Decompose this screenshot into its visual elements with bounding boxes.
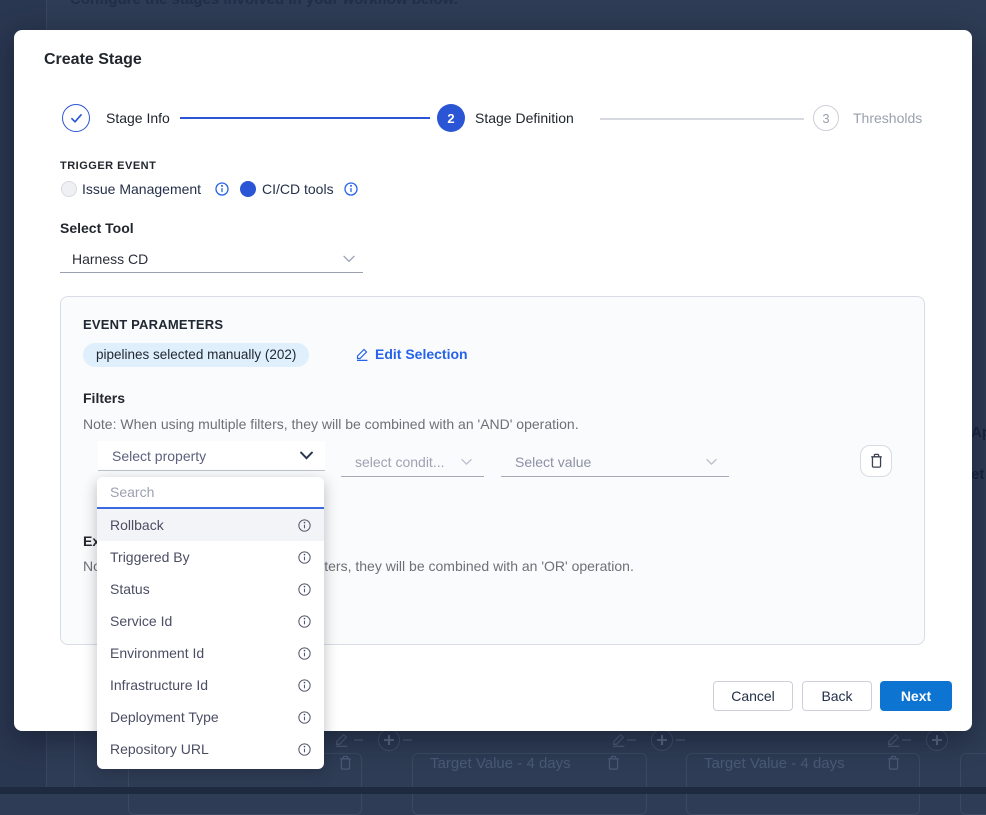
radio-cicd-tools-label: CI/CD tools [262,181,334,197]
edit-icon [886,732,901,747]
condition-select[interactable]: select condit... [341,447,484,477]
tool-select-value: Harness CD [72,251,148,267]
info-icon[interactable] [298,583,311,596]
radio-issue-management[interactable] [61,181,77,197]
edit-icon [611,732,626,747]
next-button[interactable]: Next [880,681,952,711]
info-icon[interactable] [298,743,311,756]
dropdown-item-label: Status [110,581,150,597]
info-icon[interactable] [298,519,311,532]
selection-pill: pipelines selected manually (202) [83,343,309,367]
trash-icon [338,755,353,771]
chevron-down-icon [461,458,472,466]
step-stage-info-label: Stage Info [106,110,170,126]
dropdown-item-label: Rollback [110,517,164,533]
dropdown-item-environment-id[interactable]: Environment Id [97,637,324,669]
step-stage-definition[interactable]: 2 [437,104,465,132]
background-footer-strip [0,787,986,794]
delete-filter-button[interactable] [860,445,892,477]
dropdown-item-label: Deployment Type [110,709,219,725]
filters-note: Note: When using multiple filters, they … [83,416,579,432]
background-edge-text: et [971,466,984,483]
radio-issue-management-label: Issue Management [82,181,201,197]
info-icon[interactable] [298,647,311,660]
step-number: 2 [437,104,465,132]
connector-dash [354,739,363,741]
dropdown-item-label: Service Id [110,613,172,629]
trash-icon [606,755,621,771]
info-icon[interactable] [298,711,311,724]
property-select-value: Select property [112,448,206,464]
dropdown-item-rollback[interactable]: Rollback [97,509,324,541]
dropdown-item-repository-url[interactable]: Repository URL [97,733,324,765]
select-tool-label: Select Tool [60,220,134,236]
event-parameters-heading: EVENT PARAMETERS [83,317,223,332]
dropdown-item-service-id[interactable]: Service Id [97,605,324,637]
step-number: 3 [813,105,839,131]
dialog-title: Create Stage [44,51,142,69]
step-thresholds: 3 [813,105,839,131]
background-header-text: Configure the stages involved in your wo… [70,0,458,8]
chevron-down-icon [343,255,355,263]
background-divider [74,731,75,788]
edit-icon [334,732,349,747]
add-button [651,729,673,751]
value-select-value: Select value [515,454,591,470]
edit-selection-label: Edit Selection [375,346,468,362]
background-edge-text: Ap [971,424,986,441]
dropdown-item-label: Triggered By [110,549,190,565]
search-input[interactable] [97,477,324,509]
stepper-connector [600,118,804,120]
chevron-down-icon [300,451,313,460]
info-icon[interactable] [298,551,311,564]
background-card-label: Target Value - 4 days [704,755,845,772]
stepper-connector [180,117,430,119]
trash-icon [869,453,884,469]
background-card [960,753,986,815]
chevron-down-icon [706,458,717,466]
dropdown-item-label: Infrastructure Id [110,677,208,693]
add-button [926,729,948,751]
step-thresholds-label: Thresholds [853,110,922,126]
radio-cicd-tools[interactable] [240,181,256,197]
create-stage-dialog: Create Stage Stage Info 2 Stage Definiti… [14,30,972,731]
property-select[interactable]: Select property [98,441,325,471]
trigger-event-label: TRIGGER EVENT [60,160,156,172]
dropdown-item-label: Repository URL [110,741,209,757]
dropdown-item-infrastructure-id[interactable]: Infrastructure Id [97,669,324,701]
dropdown-item-label: Environment Id [110,645,204,661]
connector-dash [403,739,412,741]
background-card-label: Target Value - 4 days [430,755,571,772]
cancel-button[interactable]: Cancel [713,681,793,711]
connector-dash [902,739,911,741]
check-icon [62,104,90,132]
property-dropdown: Rollback Triggered By Status Service Id … [97,477,324,769]
step-stage-info[interactable] [62,104,90,132]
filters-heading: Filters [83,390,125,406]
edit-selection-link[interactable]: Edit Selection [355,346,468,362]
dropdown-item-status[interactable]: Status [97,573,324,605]
trash-icon [886,755,901,771]
info-icon[interactable] [215,182,229,196]
edit-icon [355,347,369,361]
dropdown-item-deployment-type[interactable]: Deployment Type [97,701,324,733]
info-icon[interactable] [344,182,358,196]
condition-select-value: select condit... [355,454,445,470]
add-button [378,729,400,751]
connector-dash [627,739,636,741]
info-icon[interactable] [298,679,311,692]
value-select[interactable]: Select value [501,447,729,477]
step-stage-definition-label: Stage Definition [475,110,574,126]
connector-dash [676,739,685,741]
info-icon[interactable] [298,615,311,628]
back-button[interactable]: Back [802,681,872,711]
tool-select[interactable]: Harness CD [60,246,363,273]
dropdown-item-triggered-by[interactable]: Triggered By [97,541,324,573]
